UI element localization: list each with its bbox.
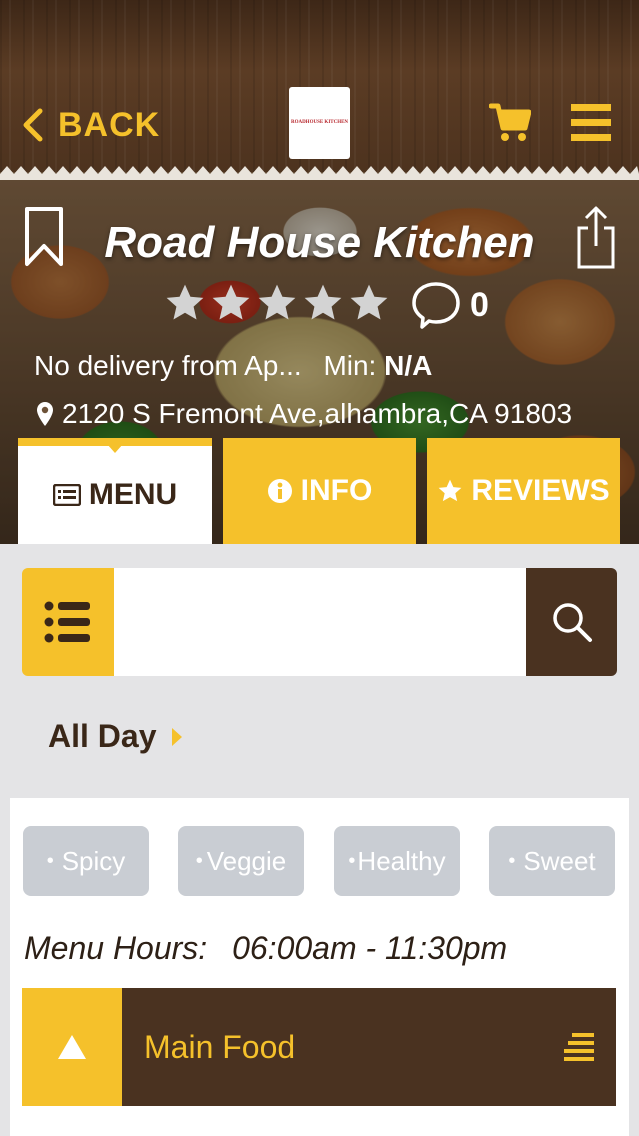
search-button[interactable] <box>526 568 617 676</box>
search-icon <box>552 603 592 642</box>
star-icon <box>258 284 296 320</box>
back-button[interactable]: BACK <box>22 100 160 150</box>
restaurant-logo: ROADHOUSE KITCHEN <box>289 87 350 159</box>
app-header: BACK ROADHOUSE KITCHEN <box>0 0 639 178</box>
menu-content: • Spicy • Veggie • Healthy • Sweet Menu … <box>10 798 629 1136</box>
tag-bullet: • <box>46 849 54 872</box>
tab-menu[interactable]: MENU <box>18 438 212 544</box>
delivery-info: No delivery from Ap... Min: N/A <box>34 350 432 382</box>
review-count: 0 <box>470 286 489 324</box>
star-icon <box>212 284 250 320</box>
delivery-text: No delivery from Ap... <box>34 350 302 381</box>
menu-hours: Menu Hours: 06:00am - 11:30pm <box>24 930 507 967</box>
min-label: Min: <box>323 350 377 381</box>
tab-reviews[interactable]: REVIEWS <box>427 438 620 544</box>
chevron-left-icon <box>23 108 43 142</box>
list-icon <box>52 484 81 506</box>
tag-bullet: • <box>195 849 203 872</box>
rating-stars <box>164 282 390 324</box>
hamburger-icon[interactable] <box>571 104 611 142</box>
category-list-button[interactable] <box>22 568 114 676</box>
star-icon <box>350 284 388 320</box>
share-icon[interactable] <box>576 204 616 270</box>
tab-reviews-label: REVIEWS <box>471 474 610 507</box>
tag-veggie[interactable]: • Veggie <box>178 826 304 896</box>
tag-healthy[interactable]: • Healthy <box>334 826 460 896</box>
restaurant-name: Road House Kitchen <box>104 218 535 267</box>
tag-label: Spicy <box>61 845 126 876</box>
category-collapse-toggle[interactable] <box>22 988 122 1106</box>
category-name: Main Food <box>144 1028 296 1065</box>
star-icon <box>304 284 342 320</box>
min-value: N/A <box>384 350 433 381</box>
tab-info-label: INFO <box>300 474 373 507</box>
triangle-up-icon <box>58 1035 86 1059</box>
tab-menu-label: MENU <box>88 478 178 511</box>
logo-text: ROADHOUSE KITCHEN <box>290 120 349 125</box>
star-icon <box>437 478 463 504</box>
back-label: BACK <box>58 105 161 144</box>
tag-bullet: • <box>508 849 516 872</box>
info-icon <box>267 478 293 504</box>
menu-search-section: All Day <box>0 544 639 798</box>
menu-period-selector[interactable]: All Day <box>48 718 183 755</box>
tag-label: Sweet <box>523 845 596 876</box>
tag-sweet[interactable]: • Sweet <box>489 826 615 896</box>
speech-bubble-icon[interactable] <box>410 280 462 330</box>
map-pin-icon <box>37 402 53 426</box>
category-row[interactable]: Main Food <box>22 988 616 1106</box>
restaurant-address[interactable]: 2120 S Fremont Ave,alhambra,CA 91803 <box>36 398 572 430</box>
tag-label: Healthy <box>357 845 446 876</box>
menu-period-label: All Day <box>48 718 157 754</box>
address-text: 2120 S Fremont Ave,alhambra,CA 91803 <box>62 398 573 429</box>
search-input[interactable] <box>114 568 526 676</box>
tag-spicy[interactable]: • Spicy <box>23 826 149 896</box>
tab-info[interactable]: INFO <box>223 438 416 544</box>
caret-right-icon <box>172 727 183 746</box>
hours-value: 06:00am - 11:30pm <box>232 930 508 966</box>
stack-lines-icon <box>564 988 604 1106</box>
hours-label: Menu Hours: <box>24 930 208 966</box>
cart-icon[interactable] <box>489 100 531 144</box>
star-icon <box>166 284 204 320</box>
list-bullets-icon <box>44 601 90 643</box>
tag-bullet: • <box>348 849 356 872</box>
tag-label: Veggie <box>206 845 287 876</box>
